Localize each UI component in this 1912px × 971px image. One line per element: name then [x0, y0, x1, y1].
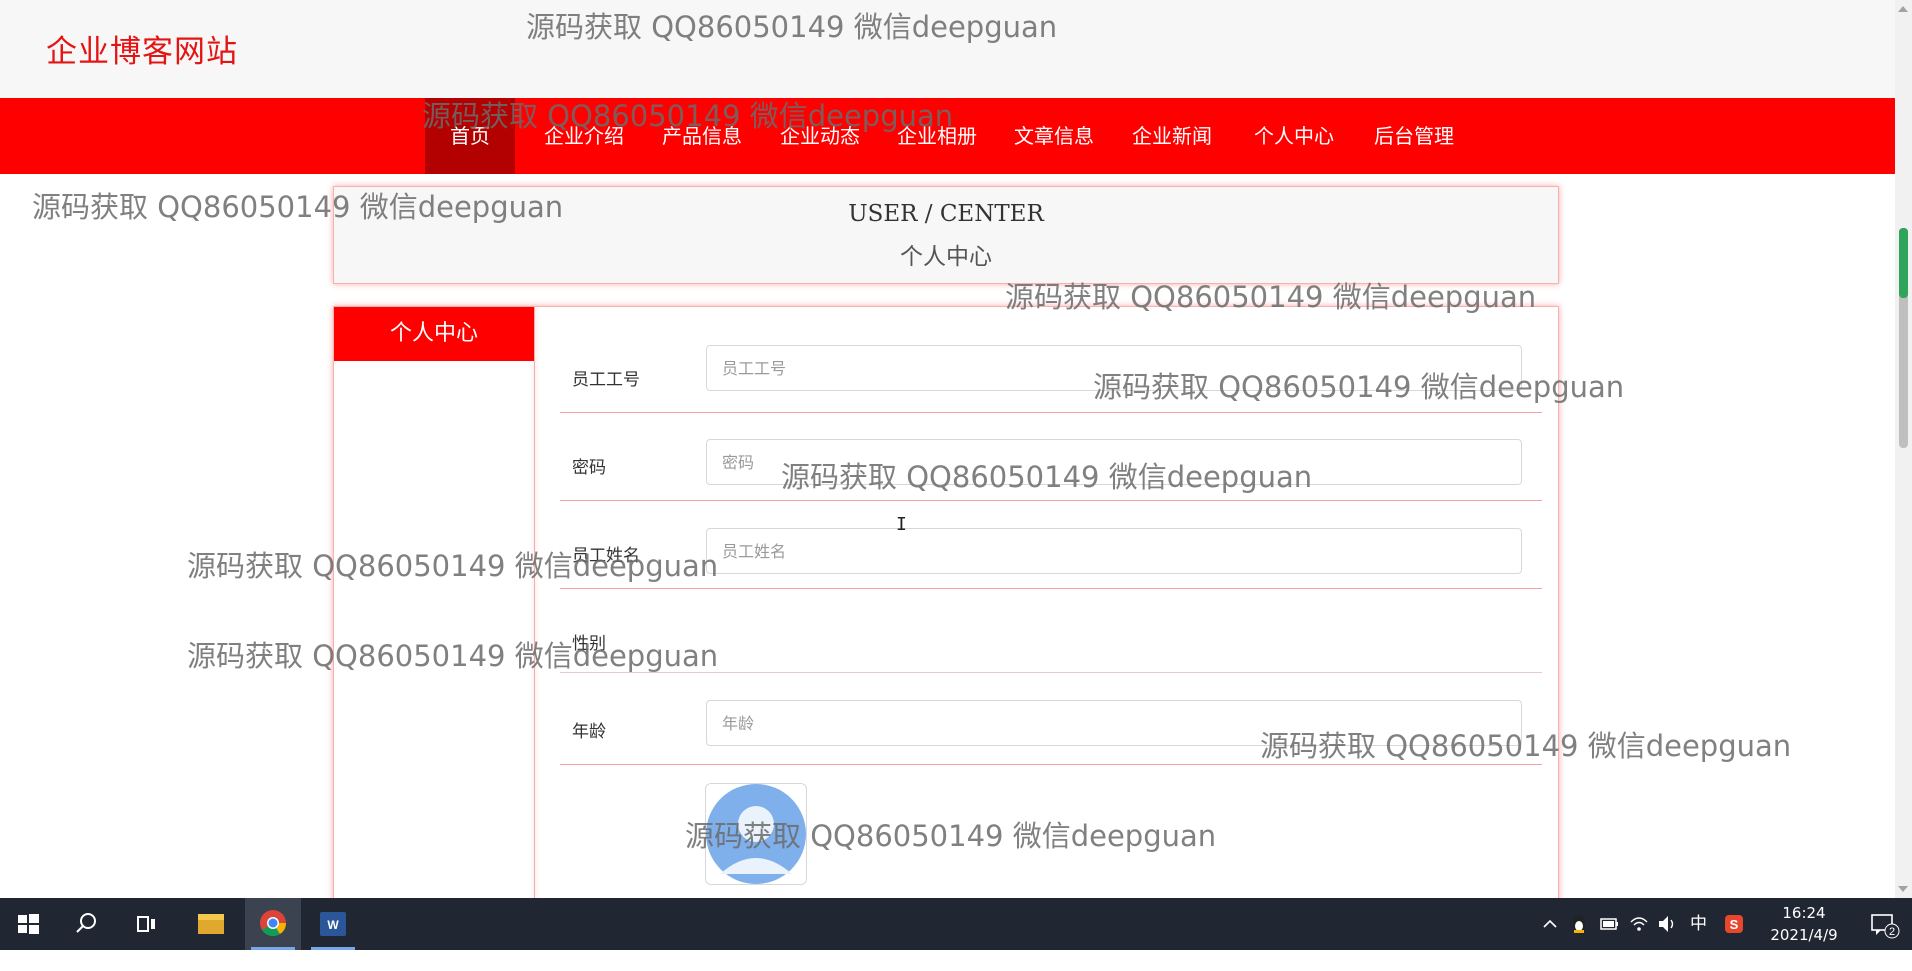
nav-item-company-news[interactable]: 企业新闻 — [1120, 98, 1224, 174]
form-row-employee-name: 员工姓名 — [560, 501, 1542, 589]
nav-item-articles[interactable]: 文章信息 — [1002, 98, 1106, 174]
age-input[interactable] — [706, 700, 1522, 746]
penguin-icon — [1573, 916, 1585, 933]
battery-icon — [1600, 918, 1618, 930]
sidebar-divider — [534, 307, 535, 907]
clock-date: 2021/4/9 — [1770, 926, 1838, 944]
os-taskbar: W 中 S 16:24 2021/4/9 2 — [0, 898, 1912, 950]
form-row-gender: 性别 — [560, 589, 1542, 673]
task-view-button[interactable] — [118, 898, 174, 950]
employee-id-input[interactable] — [706, 345, 1522, 391]
password-label: 密码 — [572, 458, 606, 478]
password-input[interactable] — [706, 439, 1522, 485]
form-row-password: 密码 — [560, 413, 1542, 501]
nav-item-company-news-feed[interactable]: 企业动态 — [768, 98, 872, 174]
age-label: 年龄 — [572, 722, 606, 742]
sidebar-tab-user-center[interactable]: 个人中心 — [334, 307, 534, 361]
start-button[interactable] — [0, 898, 56, 950]
search-icon — [76, 913, 96, 933]
site-title[interactable]: 企业博客网站 — [46, 26, 238, 71]
windows-logo-icon — [18, 914, 39, 934]
sogou-tray-icon[interactable]: S — [1722, 898, 1746, 950]
chevron-up-icon — [1543, 919, 1557, 928]
nav-item-company-intro[interactable]: 企业介绍 — [532, 98, 636, 174]
wifi-icon — [1630, 917, 1648, 931]
nav-item-products[interactable]: 产品信息 — [650, 98, 754, 174]
sogou-icon: S — [1725, 915, 1743, 933]
user-center-panel: 个人中心 员工工号 密码 员工姓名 性别 年龄 — [333, 306, 1559, 907]
page-scrollbar[interactable] — [1895, 0, 1912, 898]
nav-item-home[interactable]: 首页 — [425, 98, 515, 174]
form-row-age: 年龄 — [560, 673, 1542, 765]
nav-item-admin[interactable]: 后台管理 — [1362, 98, 1466, 174]
row-divider — [560, 764, 1542, 765]
employee-name-input[interactable] — [706, 528, 1522, 574]
form-row-employee-id: 员工工号 — [560, 337, 1542, 413]
section-title-box: USER / CENTER 个人中心 — [333, 186, 1559, 284]
search-button[interactable] — [58, 898, 114, 950]
scroll-down-icon[interactable] — [1898, 886, 1908, 892]
battery-tray-icon[interactable] — [1598, 898, 1620, 950]
scroll-up-icon[interactable] — [1898, 6, 1908, 12]
word-icon: W — [320, 912, 346, 936]
chrome-taskbar-button[interactable] — [245, 898, 301, 950]
section-title-cn: 个人中心 — [900, 244, 992, 270]
avatar-upload[interactable] — [705, 783, 807, 885]
network-tray-icon[interactable] — [1628, 898, 1650, 950]
speaker-icon — [1659, 916, 1674, 932]
text-cursor-icon: I — [896, 514, 907, 535]
site-header: 企业博客网站 — [0, 0, 1895, 98]
task-view-icon — [137, 916, 155, 932]
main-nav: 首页 企业介绍 产品信息 企业动态 企业相册 文章信息 企业新闻 个人中心 后台… — [0, 98, 1895, 174]
gender-label: 性别 — [572, 634, 606, 654]
chrome-icon — [260, 910, 287, 937]
folder-icon — [198, 914, 224, 934]
notification-count: 2 — [1889, 926, 1895, 938]
employee-name-label: 员工姓名 — [572, 546, 640, 566]
word-taskbar-button[interactable]: W — [305, 898, 361, 950]
ime-indicator[interactable]: 中 — [1690, 898, 1712, 950]
svg-text:S: S — [1730, 917, 1739, 932]
action-center-button[interactable]: 2 — [1866, 898, 1902, 950]
avatar-placeholder-icon — [706, 784, 806, 884]
volume-tray-icon[interactable] — [1656, 898, 1678, 950]
file-explorer-button[interactable] — [183, 898, 239, 950]
employee-id-label: 员工工号 — [572, 370, 640, 390]
scroll-marker — [1899, 228, 1908, 298]
section-title-en: USER / CENTER — [848, 201, 1044, 227]
notification-icon: 2 — [1871, 914, 1900, 939]
svg-text:W: W — [327, 918, 339, 932]
tray-overflow-icon[interactable] — [1540, 898, 1560, 950]
qq-tray-icon[interactable] — [1568, 898, 1590, 950]
nav-item-user-center[interactable]: 个人中心 — [1242, 98, 1346, 174]
taskbar-clock[interactable]: 16:24 2021/4/9 — [1756, 902, 1852, 946]
clock-time: 16:24 — [1782, 904, 1826, 922]
nav-item-album[interactable]: 企业相册 — [885, 98, 989, 174]
